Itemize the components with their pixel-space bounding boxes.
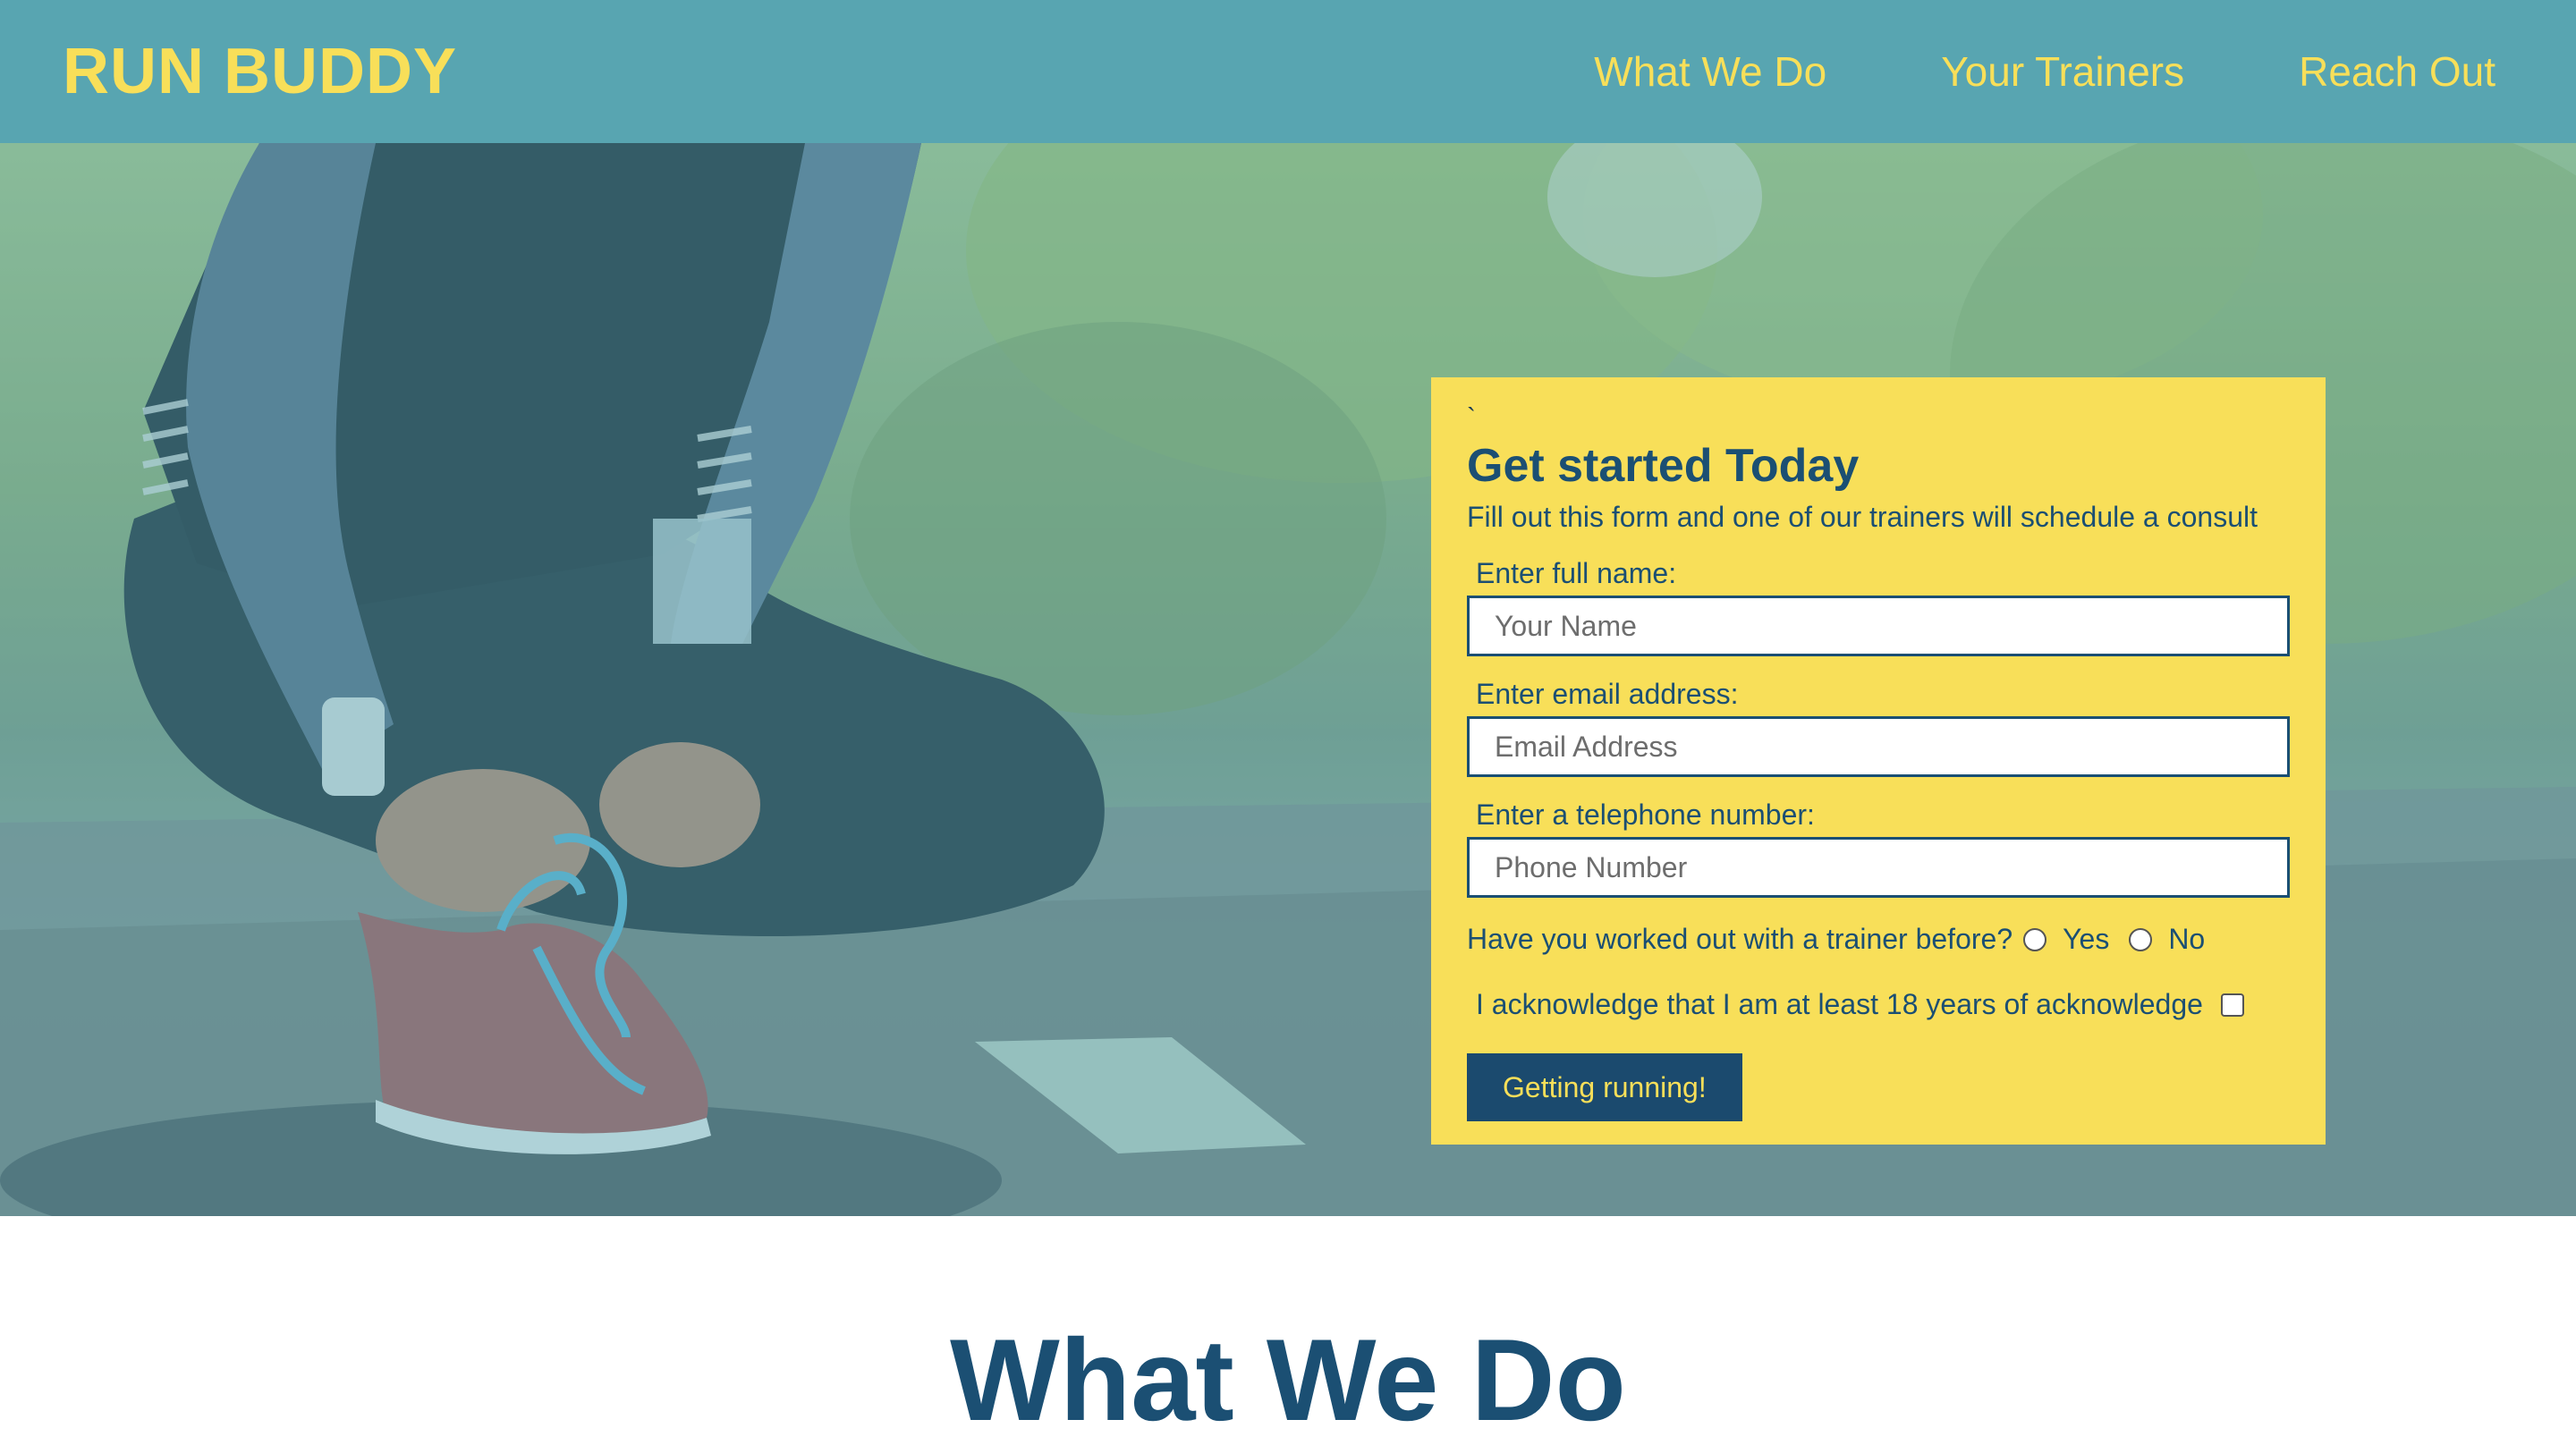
brand-logo[interactable]: RUN BUDDY bbox=[63, 35, 457, 108]
trainer-question-row: Have you worked out with a trainer befor… bbox=[1467, 923, 2290, 956]
form-title: Get started Today bbox=[1467, 440, 1860, 492]
form-subtitle: Fill out this form and one of our traine… bbox=[1467, 501, 2258, 533]
trainer-question-label: Have you worked out with a trainer befor… bbox=[1467, 923, 2013, 955]
hero-section: ` Get started Today Fill out this form a… bbox=[0, 143, 2576, 1216]
site-header: RUN BUDDY What We Do Your Trainers Reach… bbox=[0, 0, 2576, 143]
radio-yes[interactable] bbox=[2023, 927, 2047, 951]
radio-yes-label[interactable]: Yes bbox=[2063, 923, 2109, 956]
acknowledge-checkbox[interactable] bbox=[2220, 993, 2244, 1017]
main-nav: What We Do Your Trainers Reach Out bbox=[1594, 47, 2496, 96]
radio-no[interactable] bbox=[2129, 927, 2153, 951]
acknowledge-label: I acknowledge that I am at least 18 year… bbox=[1476, 988, 2203, 1020]
submit-button[interactable]: Getting running! bbox=[1467, 1053, 1742, 1121]
stray-backtick: ` bbox=[1467, 403, 1476, 433]
nav-link-what-we-do[interactable]: What We Do bbox=[1594, 47, 1826, 96]
name-label: Enter full name: bbox=[1476, 557, 1677, 589]
phone-input[interactable] bbox=[1467, 837, 2290, 898]
section-title-what-we-do: What We Do bbox=[950, 1314, 1626, 1445]
radio-no-label[interactable]: No bbox=[2168, 923, 2205, 956]
signup-form: ` Get started Today Fill out this form a… bbox=[1431, 377, 2326, 1145]
name-input[interactable] bbox=[1467, 596, 2290, 656]
email-label: Enter email address: bbox=[1476, 678, 1739, 710]
acknowledge-row: I acknowledge that I am at least 18 year… bbox=[1467, 988, 2290, 1021]
phone-label: Enter a telephone number: bbox=[1476, 799, 1815, 831]
nav-link-your-trainers[interactable]: Your Trainers bbox=[1941, 47, 2184, 96]
nav-link-reach-out[interactable]: Reach Out bbox=[2299, 47, 2496, 96]
email-input[interactable] bbox=[1467, 716, 2290, 777]
